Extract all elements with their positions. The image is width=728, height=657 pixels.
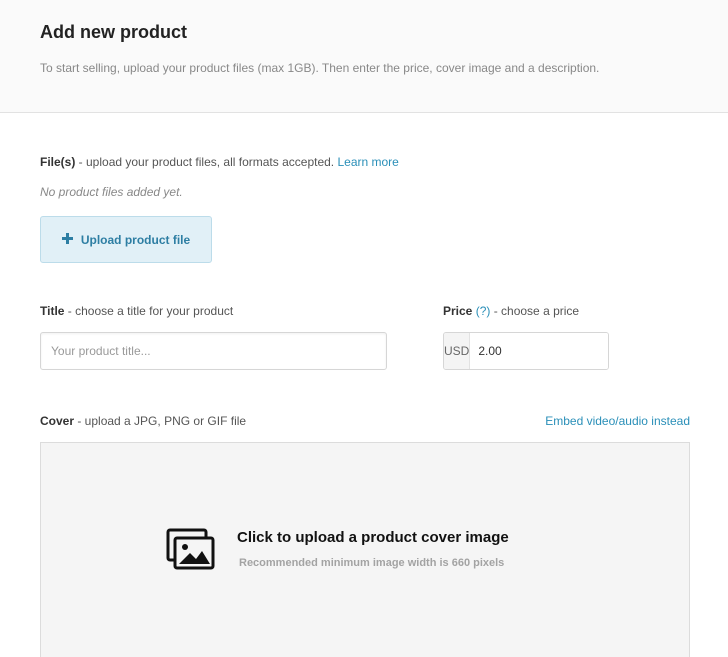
currency-addon: USD [444, 333, 471, 369]
page-subtitle: To start selling, upload your product fi… [40, 61, 600, 75]
upload-product-file-button[interactable]: Upload product file [40, 216, 212, 263]
files-label-text: - upload your product files, all formats… [75, 155, 338, 169]
plus-icon [61, 232, 73, 248]
page-header: Add new product To start selling, upload… [0, 0, 728, 113]
files-label: File(s) - upload your product files, all… [40, 155, 399, 169]
price-label-bold: Price [443, 304, 473, 318]
cover-label-bold: Cover [40, 414, 75, 428]
image-stack-icon [165, 527, 217, 571]
price-label: Price (?) - choose a price [443, 304, 579, 318]
title-label: Title - choose a title for your product [40, 304, 233, 318]
product-title-input[interactable] [40, 332, 387, 370]
cover-label: Cover - upload a JPG, PNG or GIF file [40, 414, 246, 428]
cover-upload-dropzone[interactable]: Click to upload a product cover image Re… [40, 442, 690, 657]
cover-upload-title: Click to upload a product cover image [237, 529, 509, 546]
title-label-text: - choose a title for your product [64, 304, 234, 318]
price-input[interactable] [470, 333, 608, 369]
cover-upload-hint: Recommended minimum image width is 660 p… [239, 557, 505, 569]
cover-label-text: - upload a JPG, PNG or GIF file [74, 414, 247, 428]
price-label-text: - choose a price [490, 304, 580, 318]
files-label-bold: File(s) [40, 155, 76, 169]
upload-button-label: Upload product file [80, 232, 191, 247]
embed-video-audio-link[interactable]: Embed video/audio instead [545, 414, 690, 428]
title-label-bold: Title [40, 304, 65, 318]
price-input-group: USD [443, 332, 609, 370]
page-title: Add new product [40, 22, 187, 42]
learn-more-link[interactable]: Learn more [337, 155, 398, 169]
price-help-link[interactable]: (?) [476, 304, 491, 318]
files-empty-message: No product files added yet. [40, 185, 183, 199]
